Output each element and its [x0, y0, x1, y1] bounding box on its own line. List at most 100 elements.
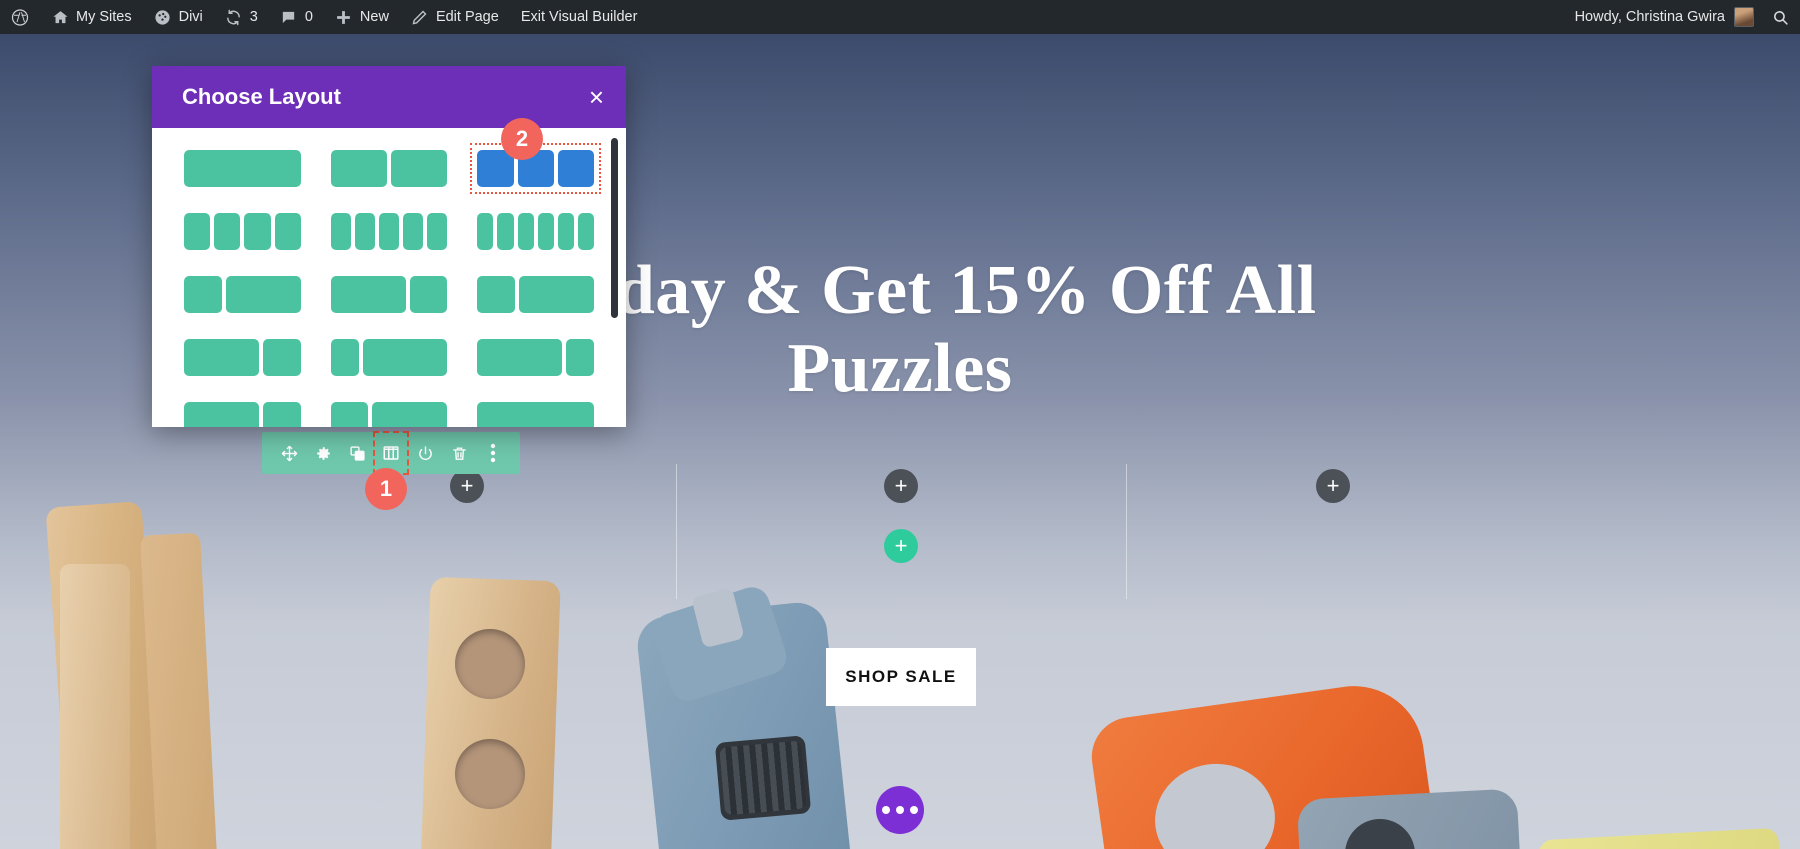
adminbar-item-divi[interactable]: Divi [143, 0, 214, 34]
add-row-button[interactable]: + [884, 529, 918, 563]
layout-cell [263, 339, 301, 376]
layout-cell [184, 402, 260, 427]
layout-option-3-column[interactable] [470, 143, 601, 194]
layout-cell [537, 213, 554, 250]
layout-cell [362, 339, 448, 376]
divi-icon [154, 8, 172, 26]
layout-cell [244, 213, 271, 250]
layout-option-three-quarters-one-quarter[interactable] [477, 339, 594, 376]
layout-cell [354, 213, 375, 250]
wordpress-logo-glyph [11, 8, 29, 26]
layout-cell [497, 213, 514, 250]
adminbar-item-my-sites[interactable]: My Sites [40, 0, 143, 34]
layout-cell [427, 213, 448, 250]
adminbar-label-exit-visual-builder: Exit Visual Builder [520, 9, 638, 25]
layout-option-6-column[interactable] [477, 213, 594, 250]
board-hole-icon [455, 629, 525, 699]
layout-cell [557, 150, 594, 187]
layout-cell [557, 213, 574, 250]
yellow-toy-tool-image [1538, 827, 1782, 849]
adminbar-howdy-label: Howdy, Christina Gwira [1574, 9, 1725, 25]
adminbar-item-comments[interactable]: 0 [269, 0, 324, 34]
layout-cell [477, 402, 594, 427]
layout-option-one-quarter-three-quarters[interactable] [330, 339, 448, 376]
adminbar-item-search[interactable] [1760, 0, 1800, 34]
close-icon[interactable]: × [589, 84, 604, 110]
adminbar-item-exit-visual-builder[interactable]: Exit Visual Builder [510, 0, 649, 34]
dot-icon [882, 806, 890, 814]
layout-cell [372, 402, 448, 427]
disable-module-icon[interactable] [408, 432, 442, 474]
adminbar-item-new[interactable]: New [324, 0, 400, 34]
layout-cell [477, 276, 515, 313]
layout-cell [391, 150, 448, 187]
sites-icon [51, 8, 69, 26]
layout-cell [184, 213, 211, 250]
layout-option-2-column[interactable] [330, 150, 448, 187]
board-hole-icon [455, 739, 525, 809]
layout-cell [518, 276, 594, 313]
layout-cell [565, 339, 594, 376]
layout-cell [330, 213, 351, 250]
adminbar-label-divi: Divi [178, 9, 203, 25]
layout-option-one-third-two-thirds-b[interactable] [477, 276, 594, 313]
adminbar-item-account[interactable]: Howdy, Christina Gwira [1564, 0, 1760, 34]
modal-body [152, 128, 626, 427]
layout-options-grid [184, 143, 601, 427]
layout-option-two-thirds-one-third[interactable] [330, 276, 448, 313]
add-module-button[interactable]: + [884, 469, 918, 503]
modal-header: Choose Layout × [152, 66, 626, 128]
layout-cell [330, 276, 406, 313]
wp-admin-bar: My Sites Divi 3 0 New Edit Page Exit Vis… [0, 0, 1800, 34]
layout-cell [263, 402, 301, 427]
layout-option-one-third-two-thirds[interactable] [184, 276, 301, 313]
layout-cell [225, 276, 301, 313]
layout-option-two-thirds-one-third-c[interactable] [184, 402, 301, 427]
layout-option-two-thirds-one-third-b[interactable] [184, 339, 301, 376]
layout-option-1-column[interactable] [184, 150, 301, 187]
delete-module-icon[interactable] [442, 432, 476, 474]
page-settings-button[interactable] [876, 786, 924, 834]
comments-icon [280, 8, 298, 26]
search-icon [1771, 8, 1789, 26]
duplicate-module-icon[interactable] [340, 432, 374, 474]
pencil-icon [411, 8, 429, 26]
wrench-grip-lines-image [719, 740, 807, 816]
plus-icon [335, 8, 353, 26]
step-marker-1: 1 [365, 468, 407, 510]
add-module-button[interactable]: + [450, 469, 484, 503]
module-settings-icon[interactable] [306, 432, 340, 474]
layout-cell [330, 402, 369, 427]
layout-cell [330, 150, 387, 187]
modal-title: Choose Layout [182, 84, 341, 109]
shop-sale-button[interactable]: SHOP SALE [826, 648, 976, 706]
layout-cell [477, 339, 562, 376]
layout-cell [214, 213, 241, 250]
dot-icon [910, 806, 918, 814]
add-module-button[interactable]: + [1316, 469, 1350, 503]
adminbar-label-comments: 0 [304, 9, 313, 25]
layout-cell [403, 213, 424, 250]
layout-option-full-width-b[interactable] [477, 402, 594, 427]
adminbar-label-edit-page: Edit Page [435, 9, 499, 25]
layout-cell [577, 213, 594, 250]
move-module-icon[interactable] [272, 432, 306, 474]
layout-option-5-column[interactable] [330, 213, 448, 250]
adminbar-item-updates[interactable]: 3 [214, 0, 269, 34]
modal-scrollbar[interactable] [611, 138, 618, 318]
wordpress-logo-icon[interactable] [0, 0, 40, 34]
layout-cell [274, 213, 301, 250]
choose-layout-modal: Choose Layout × [152, 66, 626, 427]
layout-option-4-column[interactable] [184, 213, 301, 250]
column-guide-line [676, 464, 677, 599]
updates-icon [225, 8, 243, 26]
layout-cell [517, 213, 534, 250]
layout-cell [409, 276, 448, 313]
layout-cell [330, 339, 359, 376]
layout-option-one-third-two-thirds-c[interactable] [330, 402, 448, 427]
avatar [1734, 7, 1754, 27]
more-options-icon[interactable] [476, 432, 510, 474]
step-marker-2: 2 [501, 118, 543, 160]
dot-icon [896, 806, 904, 814]
adminbar-item-edit-page[interactable]: Edit Page [400, 0, 510, 34]
